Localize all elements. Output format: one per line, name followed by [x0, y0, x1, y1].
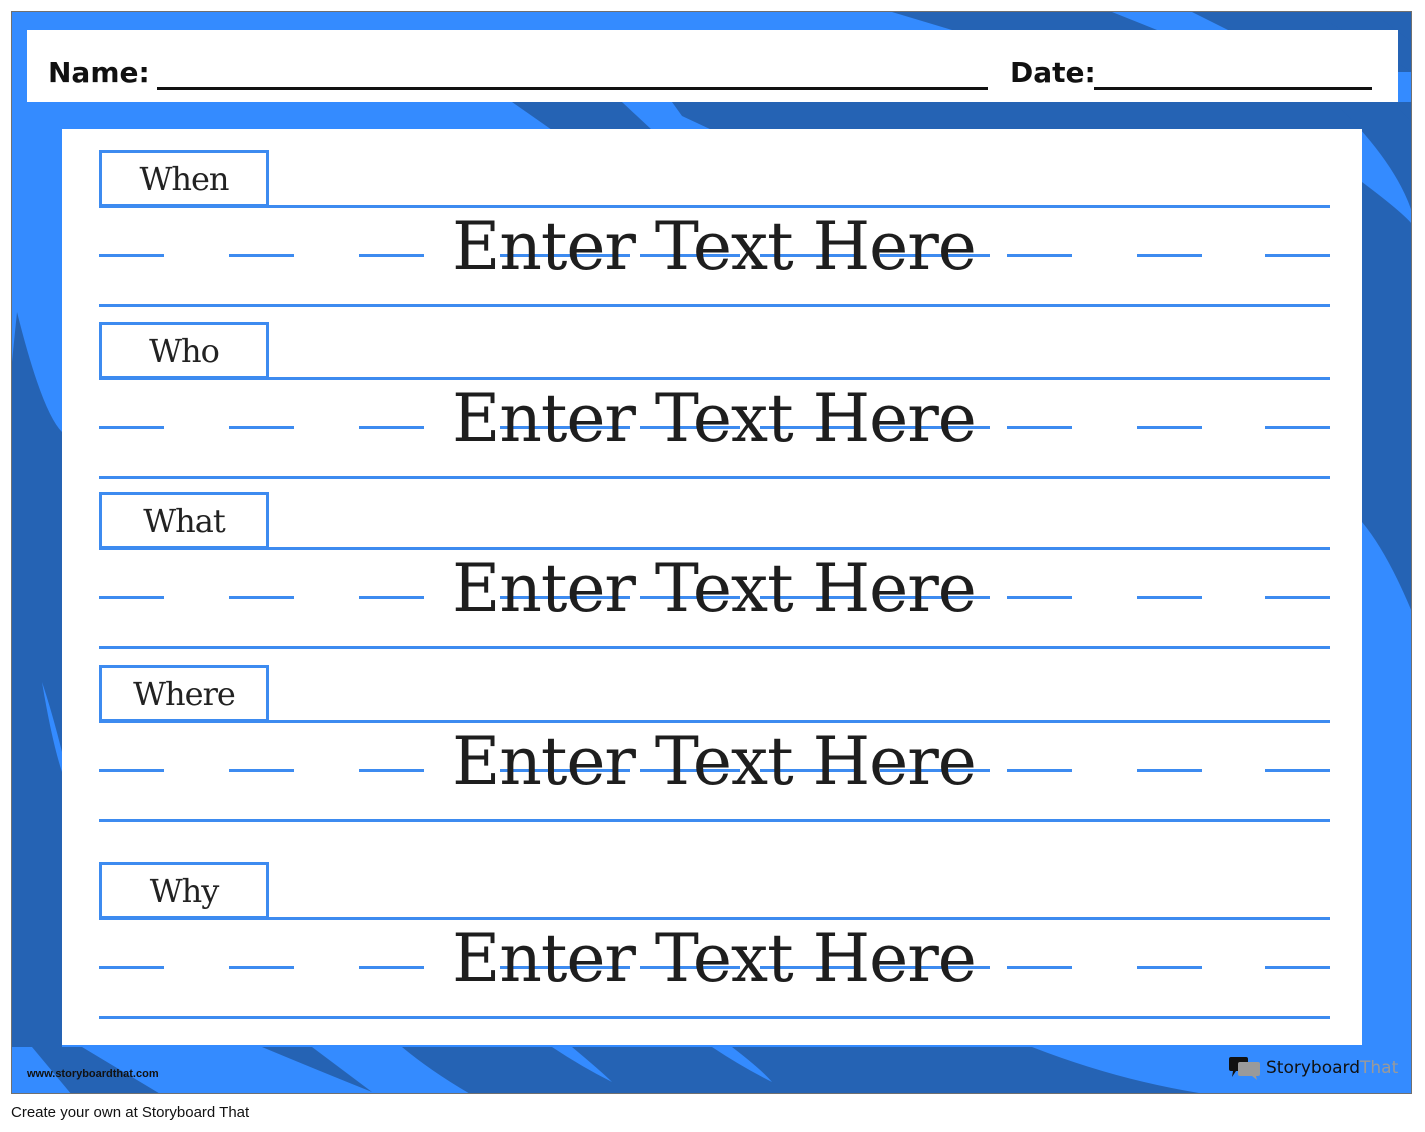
midline-dash	[229, 966, 294, 969]
midline-dash	[1265, 966, 1330, 969]
question-label-who: Who	[99, 322, 269, 379]
midline-dash	[99, 254, 164, 257]
midline-dash	[99, 596, 164, 599]
bottom-writing-line	[99, 819, 1330, 822]
date-label: Date:	[1010, 56, 1096, 89]
brand-logo: Storyboard That	[1228, 1055, 1398, 1081]
answer-text-field[interactable]: Enter Text Here	[440, 722, 988, 802]
midline-dash	[1007, 596, 1072, 599]
question-label-why: Why	[99, 862, 269, 919]
midline-dash	[229, 426, 294, 429]
create-your-own-link[interactable]: Create your own at Storyboard That	[11, 1104, 249, 1121]
stripe	[1362, 182, 1411, 610]
midline-dash	[359, 596, 424, 599]
question-label-what: What	[99, 492, 269, 549]
midline-dash	[1265, 769, 1330, 772]
bottom-writing-line	[99, 1016, 1330, 1019]
speech-bubbles-icon	[1229, 1057, 1260, 1080]
midline-dash	[359, 254, 424, 257]
midline-dash	[1137, 596, 1202, 599]
midline-dash	[1137, 254, 1202, 257]
midline-dash	[1007, 426, 1072, 429]
midline-dash	[229, 769, 294, 772]
name-label: Name:	[48, 56, 150, 89]
midline-dash	[359, 769, 424, 772]
website-url: www.storyboardthat.com	[27, 1068, 159, 1080]
midline-dash	[359, 966, 424, 969]
midline-dash	[1137, 769, 1202, 772]
midline-dash	[1007, 966, 1072, 969]
midline-dash	[1265, 254, 1330, 257]
stripe	[402, 1047, 1199, 1093]
midline-dash	[1265, 426, 1330, 429]
midline-dash	[99, 966, 164, 969]
brand-name-part1: Storyboard	[1266, 1058, 1360, 1078]
question-label-when: When	[99, 150, 269, 207]
midline-dash	[359, 426, 424, 429]
stripe	[652, 102, 1411, 130]
midline-dash	[229, 254, 294, 257]
bottom-writing-line	[99, 304, 1330, 307]
bottom-writing-line	[99, 646, 1330, 649]
date-field[interactable]	[1094, 87, 1372, 90]
midline-dash	[99, 769, 164, 772]
midline-dash	[1265, 596, 1330, 599]
question-label-where: Where	[99, 665, 269, 722]
header-bar	[27, 30, 1398, 102]
midline-dash	[1007, 769, 1072, 772]
midline-dash	[229, 596, 294, 599]
midline-dash	[1007, 254, 1072, 257]
answer-text-field[interactable]: Enter Text Here	[440, 379, 988, 459]
stripe	[262, 1047, 372, 1092]
answer-text-field[interactable]: Enter Text Here	[440, 207, 988, 287]
stripe	[12, 312, 62, 1047]
brand-name-part2: That	[1360, 1058, 1399, 1078]
midline-dash	[1137, 966, 1202, 969]
answer-text-field[interactable]: Enter Text Here	[440, 919, 988, 999]
bottom-writing-line	[99, 476, 1330, 479]
answer-text-field[interactable]: Enter Text Here	[440, 549, 988, 629]
midline-dash	[1137, 426, 1202, 429]
name-field[interactable]	[157, 87, 988, 90]
midline-dash	[99, 426, 164, 429]
